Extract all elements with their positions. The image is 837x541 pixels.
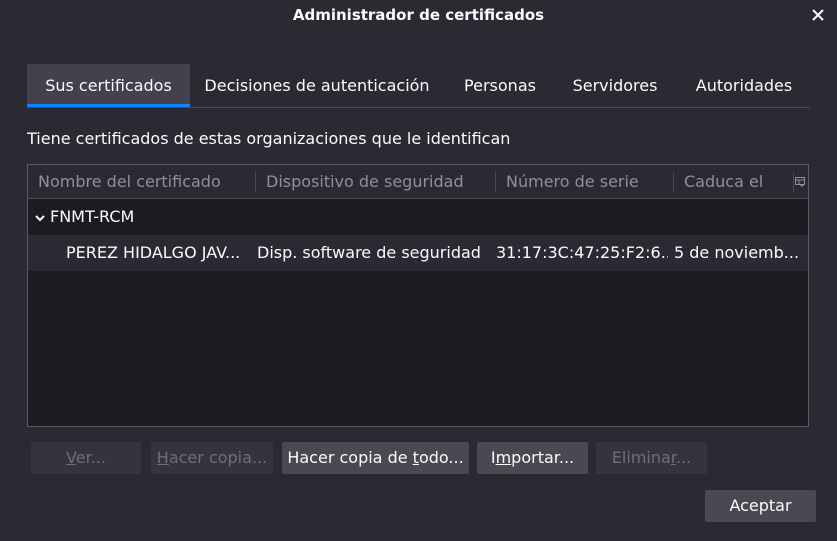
column-header-name[interactable]: Nombre del certificado bbox=[38, 165, 250, 198]
tree-group-row[interactable]: FNMT-RCM bbox=[28, 199, 808, 235]
tab-your-certificates[interactable]: Sus certificados bbox=[27, 64, 190, 107]
import-button-mnemonic: m bbox=[495, 448, 512, 467]
cell-certificate-name: PEREZ HIDALGO JAV... bbox=[66, 243, 241, 262]
tab-bar: Sus certificados Decisiones de autentica… bbox=[27, 64, 810, 108]
cell-security-device: Disp. software de seguridad bbox=[257, 243, 481, 262]
column-picker-icon bbox=[795, 176, 805, 187]
chevron-down-icon[interactable] bbox=[34, 212, 46, 224]
tab-authentication-decisions[interactable]: Decisiones de autenticación bbox=[195, 64, 439, 107]
tab-people[interactable]: Personas bbox=[449, 64, 551, 107]
certificate-tree[interactable]: Nombre del certificado Dispositivo de se… bbox=[27, 164, 809, 427]
title-bar: Administrador de certificados bbox=[0, 0, 837, 32]
column-separator[interactable] bbox=[673, 172, 674, 192]
tab-servers[interactable]: Servidores bbox=[561, 64, 669, 107]
column-separator[interactable] bbox=[255, 172, 256, 192]
delete-button-label-rest: ... bbox=[675, 448, 692, 467]
view-button-mnemonic: V bbox=[66, 448, 76, 467]
close-icon bbox=[812, 9, 824, 21]
backup-all-button-label: Hacer copia de bbox=[287, 448, 413, 467]
column-picker-button[interactable] bbox=[792, 165, 808, 198]
column-separator[interactable] bbox=[495, 172, 496, 192]
group-label: FNMT-RCM bbox=[50, 207, 135, 226]
cell-serial-number: 31:17:3C:47:25:F2:6... bbox=[496, 243, 668, 262]
import-button[interactable]: Importar... bbox=[477, 442, 588, 474]
window-title: Administrador de certificados bbox=[292, 6, 545, 24]
description-text: Tiene certificados de estas organizacion… bbox=[27, 129, 511, 148]
view-button[interactable]: Ver... bbox=[31, 442, 141, 474]
column-header-expires[interactable]: Caduca el bbox=[684, 165, 784, 198]
backup-button[interactable]: Hacer copia... bbox=[151, 442, 273, 474]
table-row[interactable]: PEREZ HIDALGO JAV... Disp. software de s… bbox=[28, 235, 808, 271]
delete-button[interactable]: Eliminar... bbox=[596, 442, 707, 474]
backup-all-button[interactable]: Hacer copia de todo... bbox=[282, 442, 469, 474]
backup-button-mnemonic: H bbox=[156, 448, 169, 467]
tab-authorities[interactable]: Autoridades bbox=[679, 64, 809, 107]
import-button-label-rest: portar... bbox=[511, 448, 575, 467]
backup-button-label-rest: acer copia... bbox=[168, 448, 268, 467]
ok-button[interactable]: Aceptar bbox=[705, 490, 816, 522]
cell-expires-on: 5 de noviemb... bbox=[674, 243, 799, 262]
close-button[interactable] bbox=[807, 4, 829, 26]
delete-button-label: Elimina bbox=[611, 448, 671, 467]
column-header-serial[interactable]: Número de serie bbox=[506, 165, 671, 198]
column-header-device[interactable]: Dispositivo de seguridad bbox=[266, 165, 486, 198]
view-button-label-rest: er... bbox=[75, 448, 106, 467]
backup-all-button-label-rest: odo... bbox=[418, 448, 464, 467]
tree-header: Nombre del certificado Dispositivo de se… bbox=[28, 165, 808, 199]
